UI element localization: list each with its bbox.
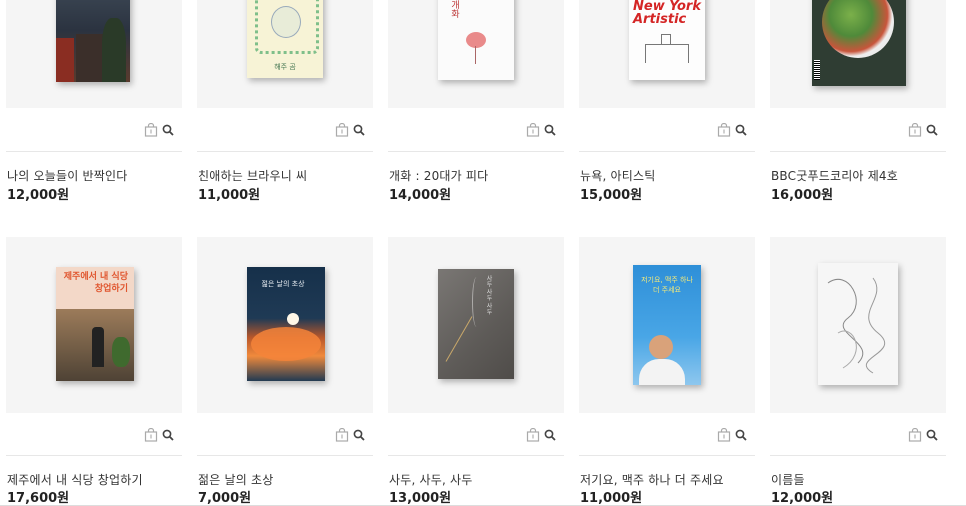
product-title[interactable]: 친애하는 브라우니 씨 [198, 167, 374, 184]
sunset-cloud-cover: 젊은 날의 초상 [247, 267, 325, 381]
product-price: 11,000원 [580, 491, 643, 506]
product-price: 16,000원 [771, 188, 834, 203]
product-thumbnail[interactable]: 젊은 날의 초상 [197, 237, 373, 413]
cover-text: 젊은 날의 초상 [261, 280, 305, 288]
shopping-bag-icon[interactable] [717, 123, 731, 137]
card-divider [770, 455, 946, 456]
shopping-bag-icon[interactable] [908, 123, 922, 137]
magnifier-icon[interactable] [544, 429, 556, 441]
card-actions [906, 427, 946, 445]
sky-portrait-cover: 저기요, 맥주 하나 더 주세요 [633, 265, 701, 385]
card-actions [333, 122, 373, 140]
shopping-bag-icon[interactable] [908, 428, 922, 442]
cover-text: 제주에서 내 식당 창업하기 [63, 272, 128, 294]
card-actions [524, 122, 564, 140]
product-price: 15,000원 [580, 188, 643, 203]
card-divider [197, 151, 373, 152]
magnifier-icon[interactable] [544, 124, 556, 136]
shopping-bag-icon[interactable] [144, 123, 158, 137]
card-actions [142, 122, 182, 140]
incense-smoke-cover: 사두 사두 사두 [438, 269, 514, 379]
product-price: 12,000원 [7, 188, 70, 203]
product-title[interactable]: 나의 오늘들이 반짝인다 [7, 167, 183, 184]
cover-text: 사두 사두 사두 [485, 275, 492, 315]
magnifier-icon[interactable] [735, 124, 747, 136]
product-title[interactable]: 제주에서 내 식당 창업하기 [7, 471, 183, 488]
product-thumbnail[interactable] [770, 237, 946, 413]
bear-illustration-cover: 해주 곰 [247, 0, 323, 78]
new-york-artistic-cover: New York Artistic [629, 0, 705, 80]
cover-text: 해주 곰 [274, 63, 296, 71]
card-divider [579, 151, 755, 152]
product-thumbnail[interactable]: 제주에서 내 식당 창업하기 [6, 237, 182, 413]
shopping-bag-icon[interactable] [526, 123, 540, 137]
product-title[interactable]: 젊은 날의 초상 [198, 471, 374, 488]
card-actions [524, 427, 564, 445]
magnifier-icon[interactable] [735, 429, 747, 441]
magnifier-icon[interactable] [926, 429, 938, 441]
card-divider [388, 455, 564, 456]
card-divider [388, 151, 564, 152]
product-price: 14,000원 [389, 188, 452, 203]
cover-text: 개화 [449, 0, 459, 18]
product-title[interactable]: 뉴욕, 아티스틱 [580, 167, 756, 184]
product-thumbnail[interactable]: New York Artistic [579, 0, 755, 108]
card-divider [6, 151, 182, 152]
card-actions [906, 122, 946, 140]
product-title[interactable]: 사두, 사두, 사두 [389, 471, 565, 488]
magnifier-icon[interactable] [162, 429, 174, 441]
card-divider [197, 455, 373, 456]
cover-text: 저기요, 맥주 하나 더 주세요 [641, 276, 693, 294]
product-title[interactable]: 저기요, 맥주 하나 더 주세요 [580, 471, 756, 488]
product-thumbnail[interactable]: 해주 곰 [197, 0, 373, 108]
product-title[interactable]: BBC굿푸드코리아 제4호 [771, 167, 947, 184]
card-divider [770, 151, 946, 152]
product-thumbnail[interactable]: 저기요, 맥주 하나 더 주세요 [579, 237, 755, 413]
product-price: 17,600원 [7, 491, 70, 506]
shopping-bag-icon[interactable] [526, 428, 540, 442]
product-title[interactable]: 개화 : 20대가 피다 [389, 167, 565, 184]
food-magazine-cover [812, 0, 906, 86]
product-title[interactable]: 이름들 [771, 471, 947, 488]
card-divider [579, 455, 755, 456]
flower-cover: 개화 [438, 0, 514, 80]
magnifier-icon[interactable] [162, 124, 174, 136]
cover-text: New York Artistic [633, 0, 701, 27]
product-thumbnail[interactable]: 개화 [388, 0, 564, 108]
product-price: 13,000원 [389, 491, 452, 506]
product-price: 7,000원 [198, 491, 252, 506]
product-price: 12,000원 [771, 491, 834, 506]
product-thumbnail[interactable] [6, 0, 182, 108]
shopping-bag-icon[interactable] [335, 428, 349, 442]
card-actions [333, 427, 373, 445]
product-thumbnail[interactable] [770, 0, 946, 108]
night-photo-cover [56, 0, 130, 82]
shopping-bag-icon[interactable] [144, 428, 158, 442]
magnifier-icon[interactable] [926, 124, 938, 136]
magnifier-icon[interactable] [353, 124, 365, 136]
card-divider [6, 455, 182, 456]
shopping-bag-icon[interactable] [335, 123, 349, 137]
abstract-line-cover [818, 263, 898, 385]
line-art-illustration [827, 277, 886, 374]
shopping-bag-icon[interactable] [717, 428, 731, 442]
product-thumbnail[interactable]: 사두 사두 사두 [388, 237, 564, 413]
jeju-restaurant-cover: 제주에서 내 식당 창업하기 [56, 267, 134, 381]
magnifier-icon[interactable] [353, 429, 365, 441]
card-actions [715, 122, 755, 140]
product-price: 11,000원 [198, 188, 261, 203]
card-actions [715, 427, 755, 445]
card-actions [142, 427, 182, 445]
